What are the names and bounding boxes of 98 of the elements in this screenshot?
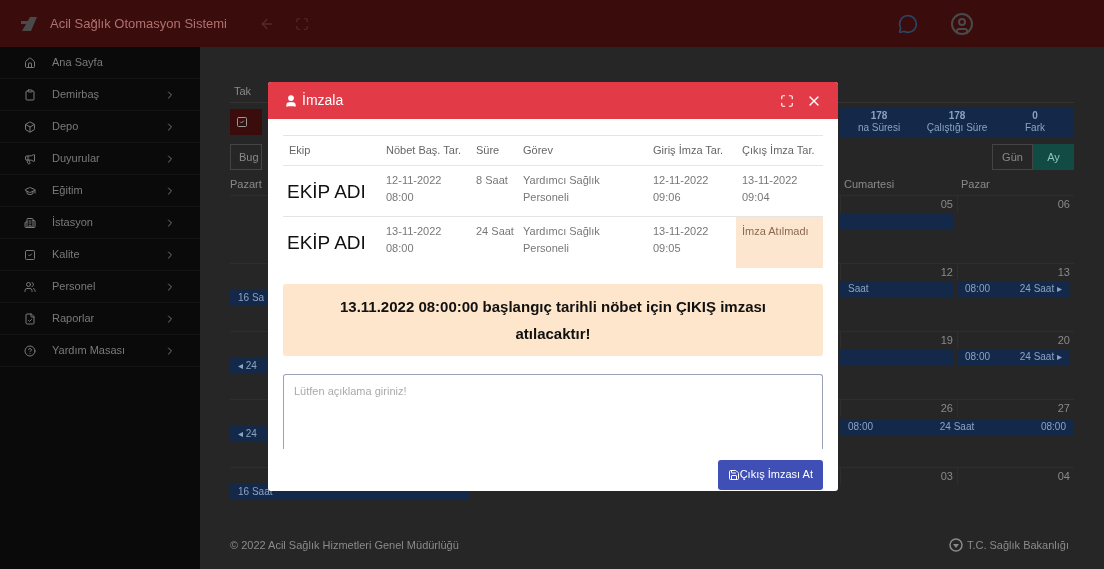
checkbox-icon [24,248,36,261]
table-cell: 12-11-2022 08:00 [380,165,470,217]
event-bar[interactable]: 16 Sa [230,289,268,305]
table-cell: 24 Saat [470,216,517,268]
tab[interactable]: Tak [234,83,252,102]
building-icon [24,216,36,229]
event-text: 16 Sa [238,290,265,305]
ministry-text: T.C. Sağlık Bakanlığı [966,538,1069,553]
weekday-header: Pazart [230,176,262,192]
graduation-cap-icon [24,184,36,197]
event-text: 16 Saat [238,484,273,499]
note-field[interactable]: Lütfen açıklama giriniz! [283,373,823,449]
table-cell: 12-11-2022 09:06 [647,165,736,217]
day-number: 04 [1057,470,1070,482]
event-text: Saat [848,282,869,296]
column-header: Süre [470,135,517,166]
column-header: Ekip [283,135,380,166]
stat-value: 0 [1032,109,1038,122]
stat-label: Fark [1025,122,1045,135]
sidebar-item[interactable]: Raporlar [0,303,200,335]
column-header: Giriş İmza Tar. [647,135,736,166]
event-text: 24 Saat ▸ [1019,282,1062,296]
today-button[interactable]: Bug [230,144,262,170]
table-cell: 13-11-2022 09:04 [736,165,823,217]
day-number: 26 [940,402,953,414]
stat-value: 178 [870,109,888,122]
user-icon [284,93,298,108]
chat-icon[interactable] [898,13,918,34]
event-text: 24 Saat ▸ [1019,350,1062,364]
weekday-header: Pazar [961,177,990,190]
event-bar[interactable]: 08:00 24 Saat 08:00 [840,418,1074,435]
dialog-title: İmzala [302,91,344,110]
event-bar[interactable] [840,212,953,229]
avatar-icon[interactable] [950,11,974,36]
file-check-icon [24,312,36,325]
help-icon [24,344,36,357]
clipboard-icon [24,88,36,101]
sign-out-button[interactable]: Çıkış İmzası At [717,459,823,490]
emblem-icon [948,538,963,553]
sidebar-item[interactable]: Duyurular [0,143,200,175]
sidebar-item[interactable]: Eğitim [0,175,200,207]
day-number: 05 [940,198,953,210]
sidebar-item[interactable]: Yardım Masası [0,335,200,367]
event-text: 24 Saat [939,420,975,434]
copyright-text: © 2022 Acil Sağlık Hizmetleri Genel Müdürlüğü [230,538,459,553]
home-icon [24,56,36,69]
stat-value: 178 [948,109,966,122]
event-text: ◂ 24 [238,358,257,373]
event-text: 08:00 [965,282,991,296]
table-cell: 13-11-2022 09:05 [647,216,736,268]
sidebar-item[interactable]: İstasyon [0,207,200,239]
day-number: 12 [940,266,953,278]
table-cell: EKİP ADI [283,165,380,217]
stat-label: na Süresi [857,122,901,135]
alert-text: 13.11.2022 08:00:00 başlangıç tarihli nöbet için ÇIKIŞ imzası atılacaktır! [339,296,767,344]
sidebar-item[interactable]: Personel [0,271,200,303]
sidebar-item[interactable]: Kalite [0,239,200,271]
column-header: Görev [517,135,647,166]
view-toggle[interactable]: Gün [992,144,1033,170]
day-number: 19 [940,334,953,346]
event-bar[interactable]: 08:00 24 Saat ▸ [957,280,1070,297]
megaphone-icon [24,152,36,165]
day-number: 03 [940,470,953,482]
day-number: 13 [1057,266,1070,278]
event-bar[interactable]: Saat [840,280,953,297]
column-header: Nöbet Baş. Tar. [380,135,470,166]
box-icon [24,120,36,133]
users-icon [24,280,36,293]
table-cell: İmza Atılmadı [736,216,823,268]
day-number: 20 [1057,334,1070,346]
event-text: 08:00 [1040,420,1066,434]
table-cell: EKİP ADI [283,216,380,268]
day-number: 06 [1057,198,1070,210]
filter-checkbox[interactable] [230,109,262,135]
checkbox-icon [236,116,248,128]
table-cell: 8 Saat [470,165,517,217]
event-text: 08:00 [965,350,991,364]
weekday-header: Cumartesi [844,177,895,190]
event-bar[interactable] [840,348,953,365]
app-title: Acil Sağlık Otomasyon Sistemi [50,14,227,33]
table-cell: Yardımcı Sağlık Personeli [517,216,647,268]
table-cell: 13-11-2022 08:00 [380,216,470,268]
column-header: Çıkış İmza Tar. [736,135,823,166]
event-text: 08:00 [848,420,874,434]
event-text: ◂ 24 [238,426,257,441]
table-cell: Yardımcı Sağlık Personeli [517,165,647,217]
stat-label: Çalıştığı Süre [926,122,988,135]
view-toggle[interactable]: Ay [1033,144,1074,170]
day-number: 27 [1057,402,1070,414]
event-bar[interactable]: ◂ 24 [230,357,268,373]
fullscreen-icon[interactable] [780,93,794,108]
sidebar-item[interactable]: Ana Sayfa [0,47,200,79]
event-bar[interactable]: ◂ 24 [230,425,268,441]
logo-icon [20,14,38,33]
sidebar-item[interactable]: Demirbaş [0,79,200,111]
save-icon [727,468,740,481]
sidebar-item[interactable]: Depo [0,111,200,143]
event-bar[interactable]: 08:00 24 Saat ▸ [957,348,1070,365]
